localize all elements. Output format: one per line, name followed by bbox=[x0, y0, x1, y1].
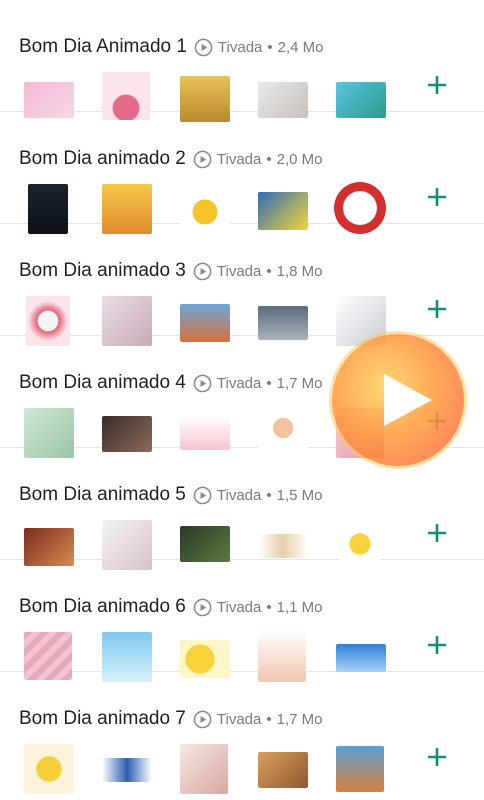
play-circle-icon bbox=[193, 374, 212, 393]
plus-icon bbox=[428, 636, 446, 654]
play-circle-icon bbox=[194, 38, 213, 57]
pack-name: Bom Dia animado 3 bbox=[19, 260, 186, 281]
play-circle-icon bbox=[193, 262, 212, 281]
add-pack-button[interactable] bbox=[420, 516, 454, 550]
pack-header: Bom Dia animado 7 Tivada • 1,7 Mo bbox=[19, 708, 322, 730]
sticker-pack-row[interactable]: Bom Dia animado 6 Tivada • 1,1 Mo bbox=[0, 560, 484, 682]
sticker-pack-row[interactable]: Bom Dia animado 7 Tivada • 1,7 Mo bbox=[0, 672, 484, 794]
add-pack-button[interactable] bbox=[420, 292, 454, 326]
sticker-thumbnail bbox=[336, 644, 386, 672]
publisher-name: Tivada bbox=[216, 262, 262, 280]
play-circle-icon bbox=[193, 486, 212, 505]
sticker-thumbnail bbox=[180, 416, 230, 450]
sticker-pack-row[interactable]: Bom Dia Animado 1 Tivada • 2,4 Mo bbox=[0, 0, 484, 122]
pack-name: Bom Dia animado 7 bbox=[19, 708, 186, 729]
plus-icon bbox=[428, 300, 446, 318]
pack-size: 1,1 Mo bbox=[276, 598, 323, 616]
separator-dot: • bbox=[266, 486, 272, 504]
separator-dot: • bbox=[266, 262, 272, 280]
play-circle-icon bbox=[193, 150, 212, 169]
separator-dot: • bbox=[266, 374, 272, 392]
pack-name: Bom Dia animado 4 bbox=[19, 372, 186, 393]
sticker-thumbnail bbox=[336, 746, 384, 792]
publisher-name: Tivada bbox=[216, 150, 262, 168]
pack-header: Bom Dia animado 3 Tivada • 1,8 Mo bbox=[19, 260, 322, 282]
add-pack-button[interactable] bbox=[420, 740, 454, 774]
sticker-thumbnail bbox=[102, 758, 152, 782]
sticker-thumbnail bbox=[258, 752, 308, 788]
separator-dot: • bbox=[266, 710, 272, 728]
publisher-name: Tivada bbox=[216, 486, 262, 504]
video-play-button[interactable] bbox=[332, 334, 464, 466]
pack-name: Bom Dia animado 5 bbox=[19, 484, 186, 505]
plus-icon bbox=[428, 524, 446, 542]
plus-icon bbox=[428, 748, 446, 766]
pack-name: Bom Dia animado 2 bbox=[19, 148, 186, 169]
sticker-pack-row[interactable]: Bom Dia animado 5 Tivada • 1,5 Mo bbox=[0, 448, 484, 570]
sticker-thumbnail bbox=[258, 306, 308, 340]
plus-icon bbox=[428, 188, 446, 206]
sticker-thumbnail bbox=[102, 416, 152, 452]
separator-dot: • bbox=[266, 598, 272, 616]
separator-dot: • bbox=[267, 38, 273, 56]
sticker-thumbnail bbox=[180, 526, 230, 562]
sticker-pack-row[interactable]: Bom Dia animado 3 Tivada • 1,8 Mo bbox=[0, 224, 484, 346]
publisher-name: Tivada bbox=[216, 710, 262, 728]
add-pack-button[interactable] bbox=[420, 628, 454, 662]
pack-header: Bom Dia Animado 1 Tivada • 2,4 Mo bbox=[19, 36, 324, 58]
pack-size: 1,5 Mo bbox=[276, 486, 323, 504]
sticker-thumbnail bbox=[258, 534, 308, 558]
pack-header: Bom Dia animado 5 Tivada • 1,5 Mo bbox=[19, 484, 322, 506]
pack-name: Bom Dia animado 6 bbox=[19, 596, 186, 617]
sticker-pack-row[interactable]: Bom Dia animado 2 Tivada • 2,0 Mo bbox=[0, 112, 484, 234]
pack-size: 1,7 Mo bbox=[276, 374, 323, 392]
publisher-name: Tivada bbox=[216, 374, 262, 392]
add-pack-button[interactable] bbox=[420, 180, 454, 214]
video-play-icon bbox=[384, 374, 432, 426]
separator-dot: • bbox=[266, 150, 272, 168]
pack-size: 1,7 Mo bbox=[276, 710, 323, 728]
pack-name: Bom Dia Animado 1 bbox=[19, 36, 187, 57]
pack-header: Bom Dia animado 2 Tivada • 2,0 Mo bbox=[19, 148, 322, 170]
pack-size: 1,8 Mo bbox=[276, 262, 323, 280]
sticker-thumbnail bbox=[24, 744, 74, 794]
pack-size: 2,0 Mo bbox=[276, 150, 323, 168]
sticker-thumbnail bbox=[180, 744, 228, 794]
play-circle-icon bbox=[193, 710, 212, 729]
pack-header: Bom Dia animado 4 Tivada • 1,7 Mo bbox=[19, 372, 322, 394]
pack-size: 2,4 Mo bbox=[277, 38, 324, 56]
add-pack-button[interactable] bbox=[420, 68, 454, 102]
publisher-name: Tivada bbox=[216, 598, 262, 616]
play-circle-icon bbox=[193, 598, 212, 617]
pack-header: Bom Dia animado 6 Tivada • 1,1 Mo bbox=[19, 596, 322, 618]
plus-icon bbox=[428, 76, 446, 94]
publisher-name: Tivada bbox=[217, 38, 263, 56]
